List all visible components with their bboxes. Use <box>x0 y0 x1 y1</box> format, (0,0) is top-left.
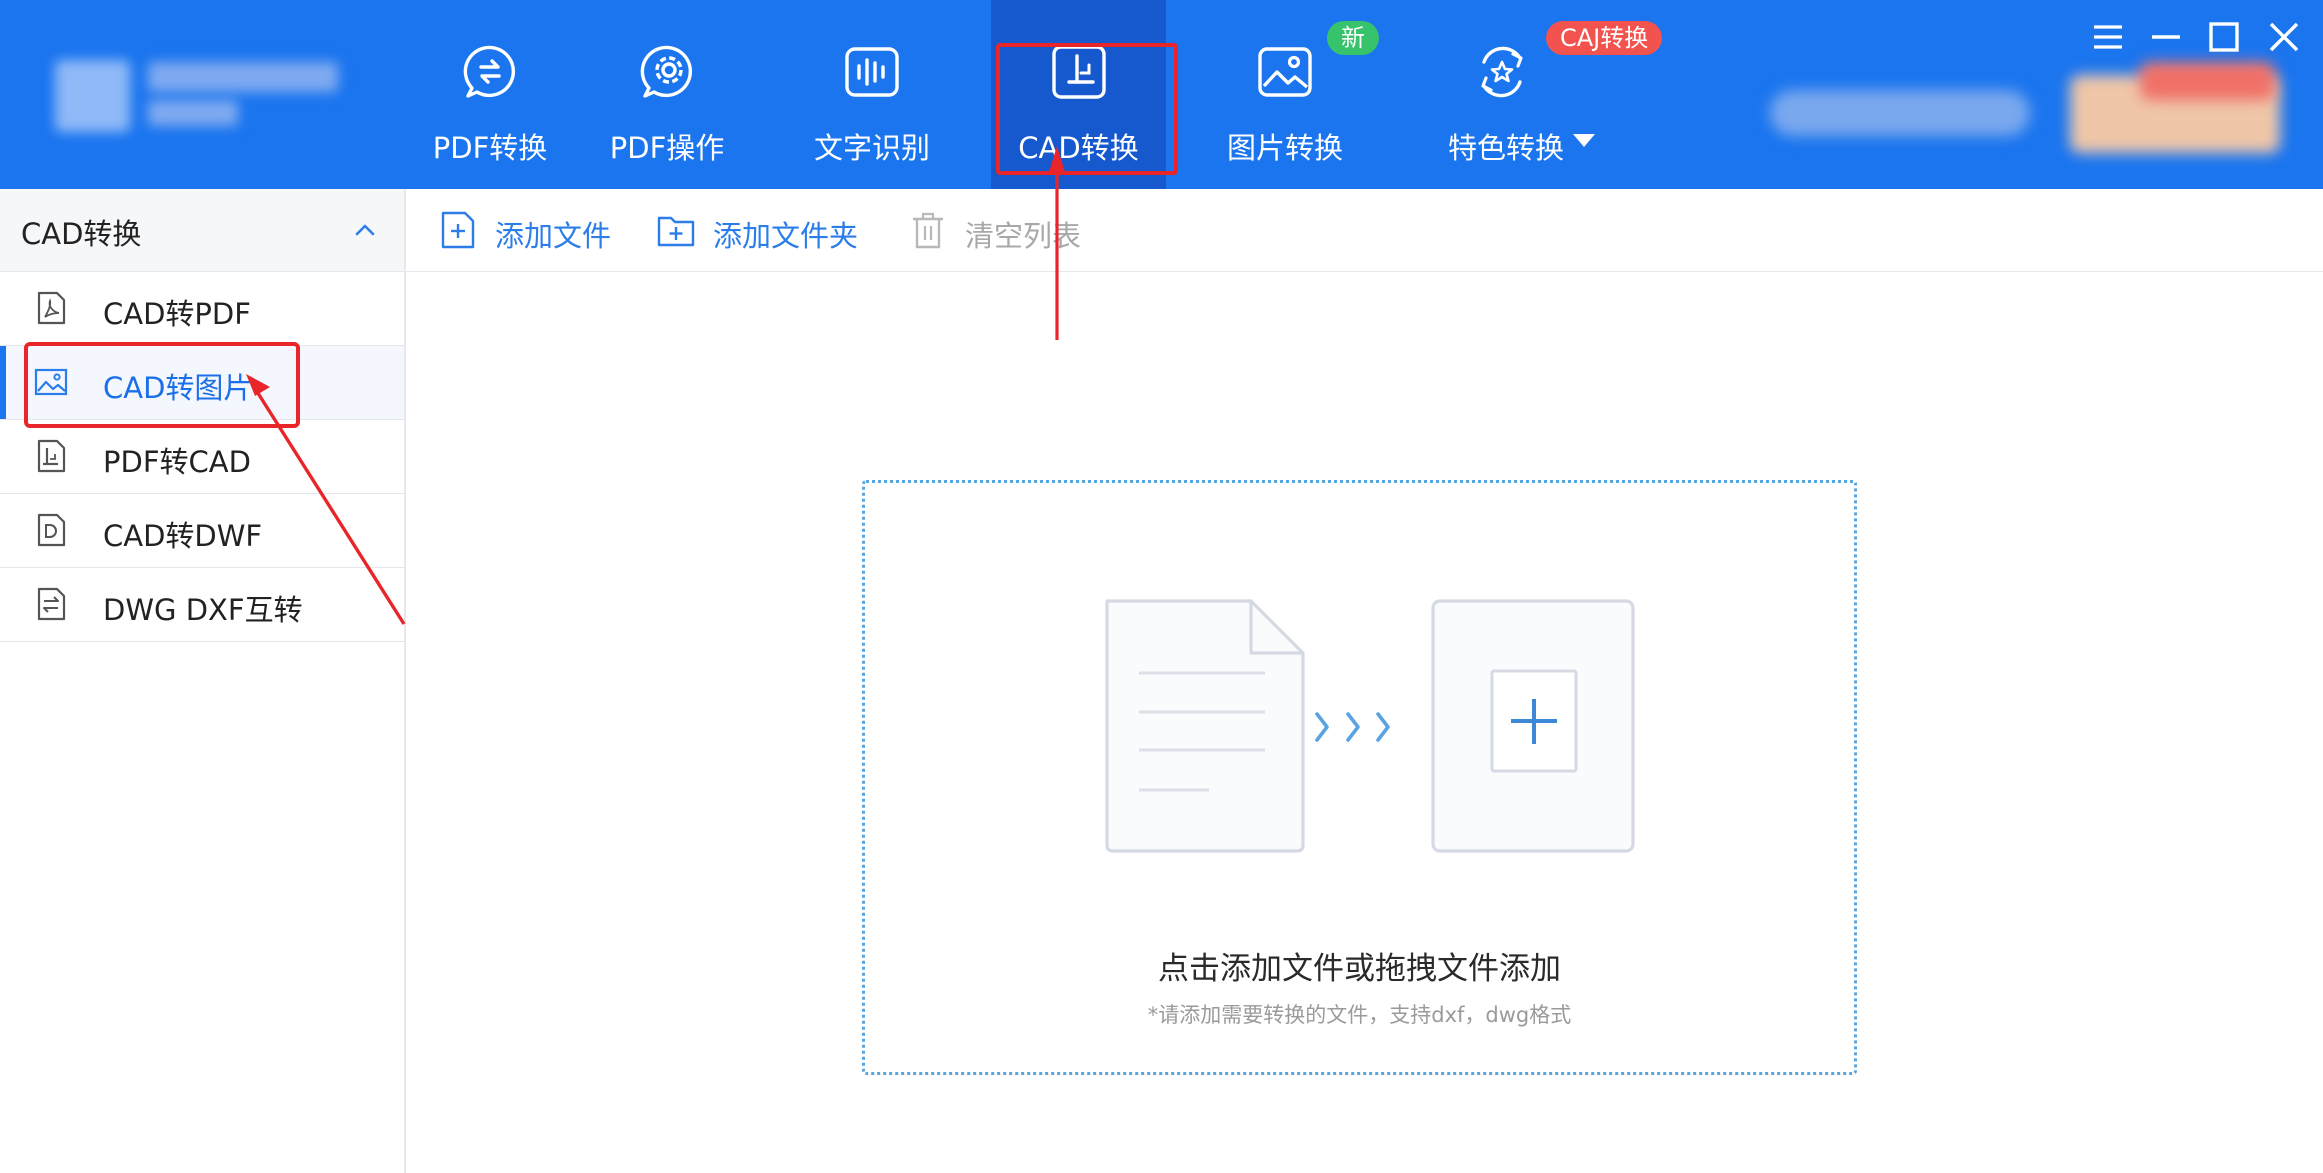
close-icon[interactable] <box>2262 15 2306 59</box>
nav-image-convert[interactable]: 图片转换 <box>1225 0 1345 189</box>
special-convert-icon <box>1481 46 1523 98</box>
sidebar-header[interactable]: CAD转换 <box>0 189 404 272</box>
image-file-icon <box>34 368 68 396</box>
sidebar-item-cad-to-image[interactable]: CAD转图片 <box>0 346 404 420</box>
minimize-icon[interactable] <box>2144 15 2188 59</box>
swap-file-icon <box>37 587 66 621</box>
app-logo <box>55 60 130 132</box>
add-file-label: 添加文件 <box>495 219 612 253</box>
nav-label: 图片转换 <box>1226 131 1343 165</box>
nav-pdf-operate[interactable]: PDF操作 <box>607 0 727 189</box>
new-badge: 新 <box>1327 21 1379 55</box>
sidebar-item-label: CAD转DWF <box>103 519 263 553</box>
drop-zone-title: 点击添加文件或拖拽文件添加 <box>1158 951 1561 987</box>
sidebar-item-label: CAD转PDF <box>103 297 251 331</box>
sidebar-item-cad-to-pdf[interactable]: CAD转PDF <box>0 272 404 346</box>
dropdown-caret-icon[interactable] <box>1573 134 1595 148</box>
file-drop-zone[interactable]: 点击添加文件或拖拽文件添加 *请添加需要转换的文件，支持dxf，dwg格式 <box>862 480 1857 1075</box>
nav-cad-convert[interactable]: CAD转换 <box>991 0 1166 189</box>
cad-convert-icon <box>1051 45 1106 99</box>
image-convert-icon <box>1258 47 1312 97</box>
app-version-blurred <box>148 100 238 126</box>
add-file-illustration-icon <box>1105 599 1635 853</box>
app-name-blurred <box>148 62 338 92</box>
nav-text-recognition[interactable]: 文字识别 <box>812 0 932 189</box>
cad-file-icon <box>37 439 66 473</box>
vip-promo-blurred <box>2140 62 2275 100</box>
sidebar-item-pdf-to-cad[interactable]: PDF转CAD <box>0 420 404 494</box>
sidebar-title: CAD转换 <box>21 217 142 251</box>
sidebar-item-cad-to-dwf[interactable]: CAD转DWF <box>0 494 404 568</box>
add-file-icon <box>441 211 475 249</box>
sidebar: CAD转换 CAD转PDF CAD转图片 PDF转CAD CAD转DWF DWG… <box>0 189 406 1173</box>
nav-pdf-convert[interactable]: PDF转换 <box>430 0 550 189</box>
sidebar-item-dwg-dxf-swap[interactable]: DWG DXF互转 <box>0 568 404 642</box>
maximize-icon[interactable] <box>2202 15 2246 59</box>
menu-icon[interactable] <box>2086 15 2130 59</box>
add-file-button[interactable]: 添加文件 <box>439 189 639 271</box>
nav-label: PDF转换 <box>432 131 548 165</box>
pdf-file-icon <box>37 291 66 325</box>
text-recognition-icon <box>845 47 899 97</box>
sidebar-item-label: CAD转图片 <box>103 371 253 405</box>
add-folder-icon <box>657 216 695 247</box>
clear-list-label: 清空列表 <box>965 219 1082 253</box>
chevron-up-icon[interactable] <box>350 215 380 245</box>
trash-icon <box>913 212 943 249</box>
dwf-file-icon <box>37 513 66 547</box>
add-folder-button[interactable]: 添加文件夹 <box>657 189 887 271</box>
nav-label: CAD转换 <box>1018 131 1139 165</box>
toolbar: 添加文件 添加文件夹 清空列表 <box>406 189 2323 272</box>
sidebar-item-label: PDF转CAD <box>103 445 251 479</box>
pdf-operate-icon <box>640 45 693 98</box>
nav-label: 文字识别 <box>813 131 930 165</box>
user-account-blurred[interactable] <box>1770 90 2030 136</box>
pdf-convert-icon <box>463 45 516 98</box>
clear-list-button[interactable]: 清空列表 <box>909 189 1109 271</box>
nav-label: PDF操作 <box>609 131 725 165</box>
add-folder-label: 添加文件夹 <box>713 219 859 253</box>
nav-label: 特色转换 <box>1448 131 1565 165</box>
drop-zone-hint: *请添加需要转换的文件，支持dxf，dwg格式 <box>1147 1003 1572 1027</box>
caj-badge: CAJ转换 <box>1546 21 1663 55</box>
top-nav-bar: PDF转换 PDF操作 文字识别 CAD转换 图片转换 特色转换 新 CAJ转换 <box>0 0 2323 189</box>
sidebar-item-label: DWG DXF互转 <box>103 593 303 627</box>
